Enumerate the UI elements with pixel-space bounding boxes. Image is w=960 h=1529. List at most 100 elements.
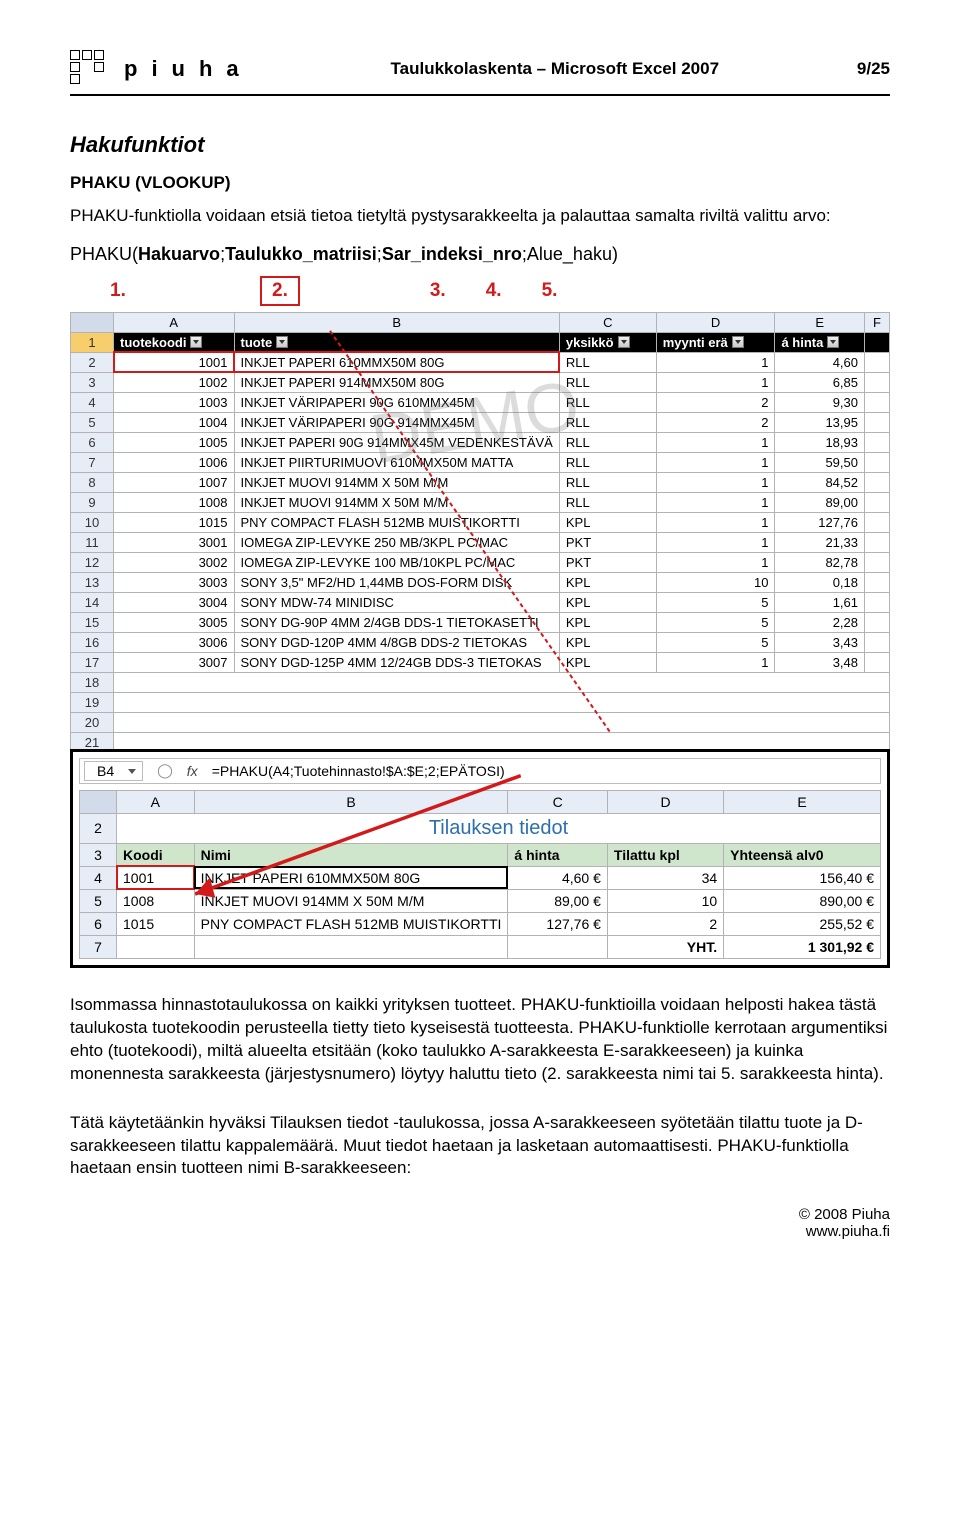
row-5[interactable]: 5 [80,889,117,912]
row-15[interactable]: 15 [71,612,114,632]
cell-qty[interactable]: 2 [607,912,723,935]
cell-price[interactable]: 18,93 [775,432,865,452]
cell-code[interactable]: 1001 [117,866,195,889]
cell-code[interactable]: 1015 [114,512,235,532]
cell-name[interactable]: INKJET MUOVI 914MM X 50M M/M [194,889,508,912]
cell-code[interactable]: 3003 [114,572,235,592]
col-B[interactable]: B [234,312,559,332]
cell-code[interactable]: 3005 [114,612,235,632]
cell-batch[interactable]: 5 [656,632,775,652]
cell-code[interactable]: 3007 [114,652,235,672]
cell-unit[interactable]: RLL [559,392,656,412]
cell-code[interactable]: 3001 [114,532,235,552]
cell-price[interactable]: 59,50 [775,452,865,472]
cell-price[interactable]: 4,60 [775,352,865,372]
row-9[interactable]: 9 [71,492,114,512]
row-12[interactable]: 12 [71,552,114,572]
cell-code[interactable]: 1015 [117,912,195,935]
row-2[interactable]: 2 [71,352,114,372]
cell-batch[interactable]: 1 [656,492,775,512]
cell-product[interactable]: INKJET PAPERI 610MMX50M 80G [234,352,559,372]
row-5[interactable]: 5 [71,412,114,432]
cell-aprice[interactable]: 4,60 € [508,866,607,889]
row-13[interactable]: 13 [71,572,114,592]
cell-product[interactable]: SONY 3,5" MF2/HD 1,44MB DOS-FORM DISK [234,572,559,592]
cell-code[interactable]: 1004 [114,412,235,432]
row-6[interactable]: 6 [71,432,114,452]
cell-code[interactable]: 1005 [114,432,235,452]
cell-code[interactable]: 1006 [114,452,235,472]
row-3[interactable]: 3 [80,843,117,866]
col-E[interactable]: E [724,790,881,813]
row-19[interactable]: 19 [71,692,114,712]
filter-dropdown-icon[interactable] [618,336,630,348]
col-E[interactable]: E [775,312,865,332]
cell-code[interactable]: 1008 [114,492,235,512]
cell-aprice[interactable]: 127,76 € [508,912,607,935]
cell-product[interactable]: SONY DG-90P 4MM 2/4GB DDS-1 TIETOKASETTI [234,612,559,632]
cell-unit[interactable]: KPL [559,632,656,652]
cell-product[interactable]: SONY DGD-120P 4MM 4/8GB DDS-2 TIETOKAS [234,632,559,652]
col-C[interactable]: C [559,312,656,332]
select-all-corner[interactable] [71,312,114,332]
cell-code[interactable]: 3006 [114,632,235,652]
cell-price[interactable]: 82,78 [775,552,865,572]
cell-price[interactable]: 127,76 [775,512,865,532]
cell-product[interactable]: IOMEGA ZIP-LEVYKE 250 MB/3KPL PC/MAC [234,532,559,552]
cell-code[interactable]: 1007 [114,472,235,492]
cell-batch[interactable]: 1 [656,452,775,472]
cell-sum[interactable]: 156,40 € [724,866,881,889]
cell-unit[interactable]: KPL [559,592,656,612]
cell-price[interactable]: 3,43 [775,632,865,652]
cell-unit[interactable]: KPL [559,512,656,532]
cell-code[interactable]: 3002 [114,552,235,572]
col-D[interactable]: D [656,312,775,332]
cell-product[interactable]: INKJET MUOVI 914MM X 50M M/M [234,492,559,512]
cell-batch[interactable]: 1 [656,472,775,492]
row-3[interactable]: 3 [71,372,114,392]
cell-product[interactable]: IOMEGA ZIP-LEVYKE 100 MB/10KPL PC/MAC [234,552,559,572]
cell-batch[interactable]: 2 [656,392,775,412]
row-6[interactable]: 6 [80,912,117,935]
col-D[interactable]: D [607,790,723,813]
cell-price[interactable]: 0,18 [775,572,865,592]
row-4[interactable]: 4 [80,866,117,889]
cell-price[interactable]: 6,85 [775,372,865,392]
cell-batch[interactable]: 1 [656,512,775,532]
cell-price[interactable]: 3,48 [775,652,865,672]
row-1[interactable]: 1 [71,332,114,352]
cell-unit[interactable]: RLL [559,412,656,432]
cell-price[interactable]: 89,00 [775,492,865,512]
row-8[interactable]: 8 [71,472,114,492]
cell-batch[interactable]: 1 [656,372,775,392]
col-A[interactable]: A [114,312,235,332]
col-C[interactable]: C [508,790,607,813]
cell-unit[interactable]: PKT [559,552,656,572]
cell-name[interactable]: INKJET PAPERI 610MMX50M 80G [194,866,508,889]
cell-code[interactable]: 3004 [114,592,235,612]
row-16[interactable]: 16 [71,632,114,652]
filter-dropdown-icon[interactable] [827,336,839,348]
row-10[interactable]: 10 [71,512,114,532]
cell-product[interactable]: INKJET VÄRIPAPERI 90G 610MMX45M [234,392,559,412]
cell-price[interactable]: 2,28 [775,612,865,632]
cell-price[interactable]: 21,33 [775,532,865,552]
cell-product[interactable]: INKJET PAPERI 914MMX50M 80G [234,372,559,392]
cell-qty[interactable]: 10 [607,889,723,912]
row-2[interactable]: 2 [80,813,117,843]
row-17[interactable]: 17 [71,652,114,672]
row-18[interactable]: 18 [71,672,114,692]
row-11[interactable]: 11 [71,532,114,552]
cell-price[interactable]: 9,30 [775,392,865,412]
row-20[interactable]: 20 [71,712,114,732]
select-all-corner[interactable] [80,790,117,813]
filter-dropdown-icon[interactable] [190,336,202,348]
cell-price[interactable]: 1,61 [775,592,865,612]
cell-code[interactable]: 1008 [117,889,195,912]
cell-price[interactable]: 84,52 [775,472,865,492]
row-14[interactable]: 14 [71,592,114,612]
cell-product[interactable]: INKJET VÄRIPAPERI 90G 914MMX45M [234,412,559,432]
cell-product[interactable]: SONY MDW-74 MINIDISC [234,592,559,612]
col-B[interactable]: B [194,790,508,813]
cell-batch[interactable]: 1 [656,352,775,372]
